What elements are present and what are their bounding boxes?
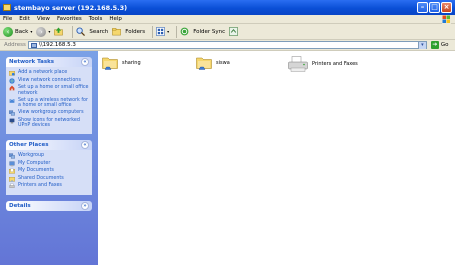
back-arrow-icon: ‹ bbox=[3, 26, 13, 37]
menu-edit[interactable]: Edit bbox=[19, 16, 30, 22]
collapse-icon[interactable]: « bbox=[81, 58, 89, 66]
printers-and-faxes-icon bbox=[288, 56, 308, 72]
search-button[interactable]: Search bbox=[76, 25, 108, 39]
expand-icon[interactable]: » bbox=[81, 201, 89, 210]
address-dropdown-button[interactable]: ▾ bbox=[417, 42, 426, 49]
maximize-button[interactable]: □ bbox=[429, 2, 440, 13]
add-network-place-icon bbox=[9, 71, 15, 76]
search-icon bbox=[76, 27, 86, 36]
upnp-devices-icon bbox=[9, 118, 15, 123]
folder-view: sharing siswa Printers and Faxes bbox=[98, 51, 455, 265]
network-folder-icon bbox=[3, 4, 11, 11]
share-item-sharing[interactable]: sharing bbox=[102, 56, 141, 70]
place-workgroup[interactable]: Workgroup bbox=[9, 153, 89, 159]
workgroup-icon bbox=[9, 153, 15, 159]
task-setup-wireless-network[interactable]: Set up a wireless network for a home or … bbox=[9, 98, 89, 109]
place-shared-documents[interactable]: Shared Documents bbox=[9, 176, 89, 182]
shared-folder-icon bbox=[196, 57, 212, 70]
dropdown-arrow-icon: ▾ bbox=[48, 29, 51, 34]
printer-icon bbox=[9, 183, 15, 189]
place-my-documents[interactable]: My Documents bbox=[9, 168, 89, 174]
dropdown-arrow-icon: ▾ bbox=[30, 29, 33, 34]
other-places-header[interactable]: Other Places « bbox=[6, 140, 92, 150]
address-bar: Address \\192.168.5.3 ▾ ➔ Go bbox=[0, 40, 455, 51]
network-icon bbox=[30, 43, 37, 48]
other-places-panel: Other Places « Workgroup My Computer My … bbox=[6, 140, 92, 195]
address-input[interactable]: \\192.168.5.3 ▾ bbox=[27, 41, 427, 49]
task-view-network-connections[interactable]: View network connections bbox=[9, 78, 89, 84]
up-folder-button[interactable] bbox=[54, 25, 65, 39]
back-button[interactable]: ‹ Back ▾ bbox=[3, 25, 32, 39]
details-header[interactable]: Details » bbox=[6, 200, 92, 211]
place-printers-and-faxes[interactable]: Printers and Faxes bbox=[9, 183, 89, 189]
forward-button[interactable]: › ▾ bbox=[36, 25, 50, 39]
folder-sync-button[interactable]: Folder Sync bbox=[180, 25, 225, 39]
network-connections-icon bbox=[9, 77, 15, 84]
network-tasks-panel: Network Tasks « Add a network place View… bbox=[6, 57, 92, 134]
task-setup-home-network[interactable]: Set up a home or small office network bbox=[9, 85, 89, 96]
toolbar-separator bbox=[176, 25, 178, 38]
sync-icon bbox=[229, 27, 239, 36]
share-item-printers-and-faxes[interactable]: Printers and Faxes bbox=[288, 56, 358, 72]
menu-favorites[interactable]: Favorites bbox=[57, 16, 82, 22]
collapse-icon[interactable]: « bbox=[81, 141, 89, 149]
address-value: \\192.168.5.3 bbox=[38, 42, 76, 48]
task-view-workgroup-computers[interactable]: View workgroup computers bbox=[9, 110, 89, 116]
folder-sync-icon bbox=[180, 27, 189, 36]
menu-file[interactable]: File bbox=[3, 16, 12, 22]
minimize-button[interactable]: – bbox=[417, 2, 428, 13]
title-bar: stembayo server (192.168.5.3) – □ × bbox=[0, 0, 455, 15]
task-add-network-place[interactable]: Add a network place bbox=[9, 70, 89, 76]
menu-tools[interactable]: Tools bbox=[89, 16, 103, 22]
address-label: Address bbox=[4, 42, 26, 48]
task-pane: Network Tasks « Add a network place View… bbox=[0, 51, 98, 265]
menu-view[interactable]: View bbox=[37, 16, 50, 22]
toolbar: ‹ Back ▾ › ▾ Search Folders ▾ Folder Syn… bbox=[0, 24, 455, 40]
home-network-icon bbox=[9, 85, 15, 91]
my-computer-icon bbox=[9, 161, 15, 166]
dropdown-arrow-icon: ▾ bbox=[167, 29, 170, 34]
details-panel: Details » bbox=[6, 200, 92, 211]
place-my-computer[interactable]: My Computer bbox=[9, 161, 89, 167]
shared-folder-icon bbox=[102, 57, 118, 70]
task-show-upnp-devices[interactable]: Show icons for networked UPnP devices bbox=[9, 118, 89, 129]
share-item-siswa[interactable]: siswa bbox=[196, 56, 230, 70]
menu-bar: File Edit View Favorites Tools Help bbox=[0, 15, 455, 24]
go-button[interactable]: ➔ Go bbox=[430, 41, 449, 49]
windows-logo-icon bbox=[442, 15, 451, 24]
workgroup-computers-icon bbox=[9, 110, 15, 116]
wireless-network-icon bbox=[9, 98, 15, 103]
forward-arrow-icon: › bbox=[36, 26, 47, 37]
toolbar-separator bbox=[72, 25, 74, 38]
go-arrow-icon: ➔ bbox=[430, 41, 439, 49]
up-folder-icon bbox=[54, 27, 64, 36]
my-documents-icon bbox=[9, 168, 15, 174]
sync-button[interactable] bbox=[229, 25, 240, 39]
views-icon bbox=[156, 27, 165, 36]
folders-icon bbox=[112, 28, 122, 36]
menu-help[interactable]: Help bbox=[109, 16, 122, 22]
folders-button[interactable]: Folders bbox=[112, 25, 145, 39]
network-tasks-header[interactable]: Network Tasks « bbox=[6, 57, 92, 67]
window-title: stembayo server (192.168.5.3) bbox=[14, 3, 128, 12]
shared-documents-icon bbox=[9, 176, 15, 182]
views-button[interactable]: ▾ bbox=[156, 25, 169, 39]
close-button[interactable]: × bbox=[441, 2, 452, 13]
toolbar-separator bbox=[152, 25, 154, 38]
